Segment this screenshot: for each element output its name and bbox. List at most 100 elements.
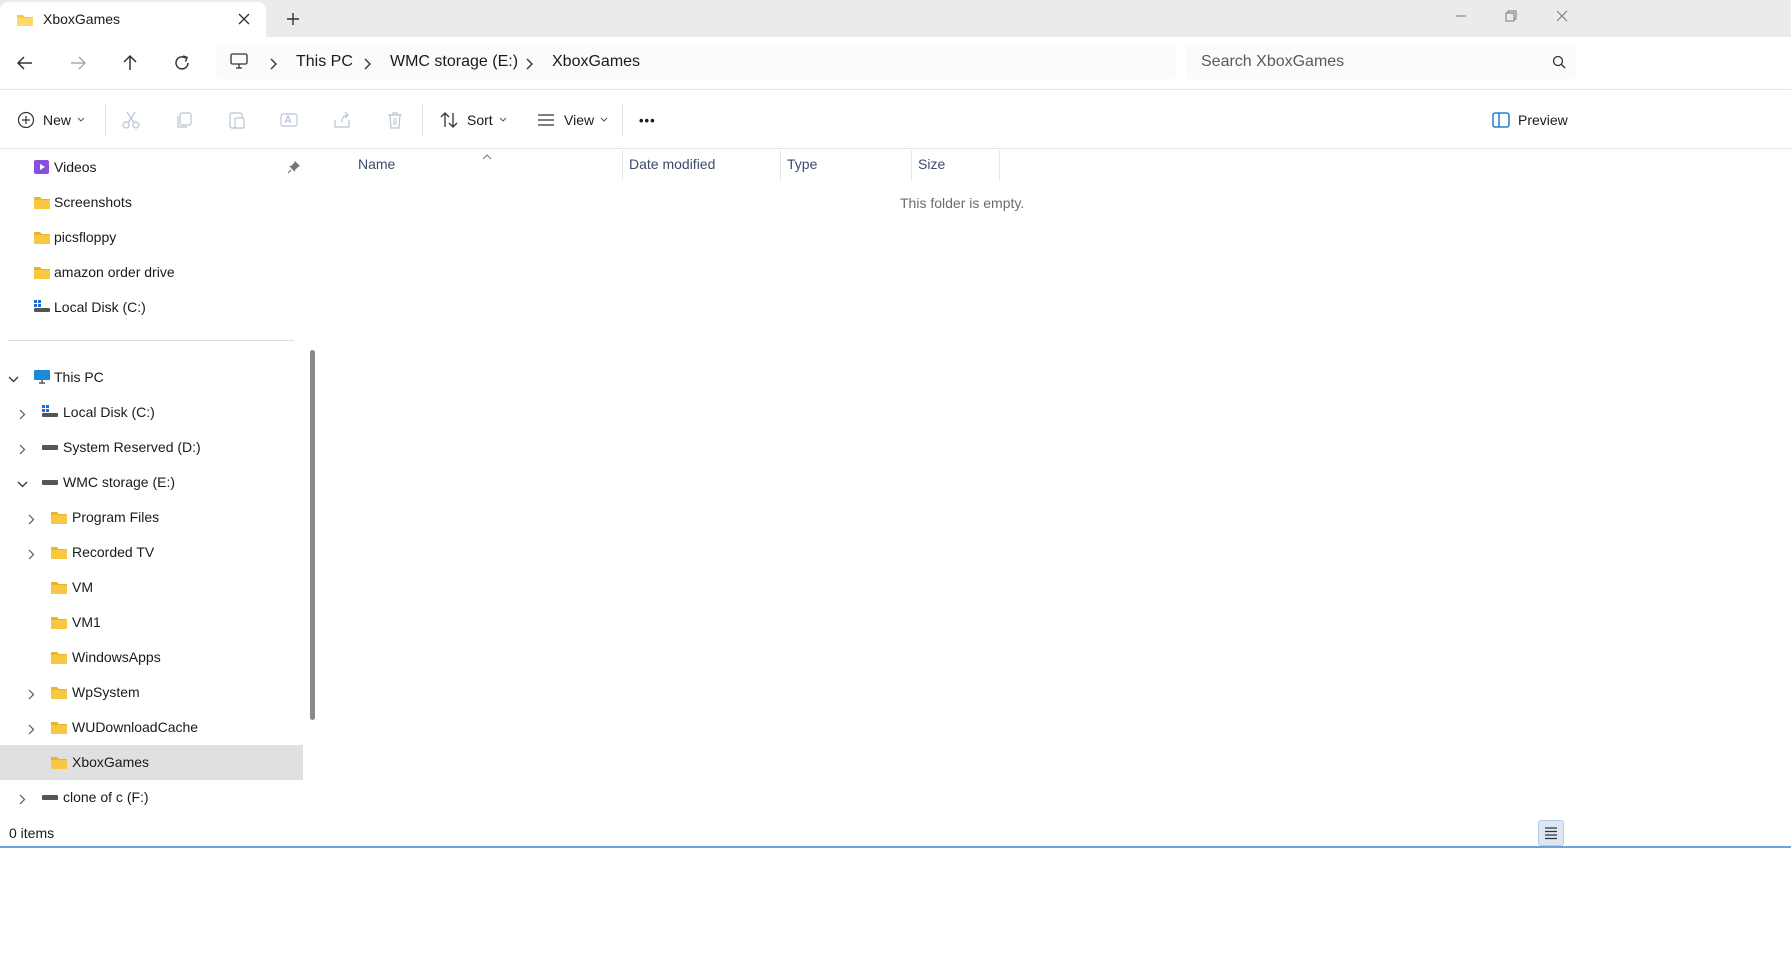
search-box[interactable] <box>1186 45 1576 79</box>
chevron-down-icon <box>600 117 608 122</box>
nav-label: VM <box>72 579 93 595</box>
chevron-right-icon[interactable] <box>362 57 372 70</box>
pin-icon[interactable] <box>287 160 301 174</box>
nav-label: VM1 <box>72 614 101 630</box>
column-divider[interactable] <box>780 150 781 180</box>
file-list: Name Date modified Type Size This folder… <box>320 150 1791 820</box>
column-divider[interactable] <box>999 150 1000 180</box>
preview-pane-button[interactable]: Preview <box>1492 108 1568 132</box>
item-count: 0 items <box>9 825 55 841</box>
folder-icon <box>16 13 34 30</box>
delete-button[interactable] <box>385 108 405 132</box>
search-input[interactable] <box>1201 53 1531 71</box>
search-icon[interactable] <box>1552 55 1566 69</box>
breadcrumb-this-pc[interactable]: This PC <box>296 53 353 71</box>
nav-label: Program Files <box>72 509 160 525</box>
new-button[interactable]: New <box>17 108 85 132</box>
chevron-right-icon[interactable] <box>26 512 37 525</box>
copy-button[interactable] <box>174 108 194 132</box>
chevron-down-icon <box>499 117 507 122</box>
view-button[interactable]: View <box>536 108 608 132</box>
rename-button[interactable] <box>279 108 299 132</box>
chevron-right-icon[interactable] <box>17 442 28 455</box>
chevron-right-icon[interactable] <box>26 547 37 560</box>
close-tab-icon[interactable] <box>236 11 252 27</box>
nav-label: WUDownloadCache <box>72 719 199 735</box>
nav-item-wmc-storage-e[interactable]: WMC storage (E:) <box>0 465 303 500</box>
nav-label: WindowsApps <box>72 649 161 665</box>
column-header-type[interactable]: Type <box>787 156 817 172</box>
cut-button[interactable] <box>121 108 141 132</box>
new-label: New <box>43 112 72 128</box>
breadcrumb[interactable]: This PC WMC storage (E:) XboxGames <box>216 45 1176 79</box>
column-header-name[interactable]: Name <box>358 156 395 172</box>
nav-item-local-disk-c[interactable]: Local Disk (C:) <box>0 395 303 430</box>
nav-item-vm[interactable]: VM <box>0 570 303 605</box>
back-arrow-icon[interactable] <box>15 53 35 73</box>
refresh-icon[interactable] <box>172 53 192 73</box>
nav-item-videos[interactable]: Videos <box>0 150 303 185</box>
nav-label: picsfloppy <box>54 229 117 245</box>
chevron-down-icon[interactable] <box>8 372 19 383</box>
nav-item-windowsapps[interactable]: WindowsApps <box>0 640 303 675</box>
folder-icon <box>33 264 51 280</box>
paste-button[interactable] <box>227 108 247 132</box>
monitor-icon <box>230 53 248 72</box>
drive-icon <box>41 789 59 805</box>
column-divider[interactable] <box>622 150 623 180</box>
breadcrumb-wmc-storage[interactable]: WMC storage (E:) <box>390 53 518 71</box>
column-header-size[interactable]: Size <box>918 156 945 172</box>
sort-label: Sort <box>467 112 493 128</box>
restore-icon[interactable] <box>1503 8 1519 24</box>
nav-label: System Reserved (D:) <box>63 439 201 455</box>
chevron-right-icon[interactable] <box>268 57 278 70</box>
nav-item-xboxgames[interactable]: XboxGames <box>0 745 303 780</box>
nav-item-clone-of-c-f[interactable]: clone of c (F:) <box>0 780 303 815</box>
nav-item-wpsystem[interactable]: WpSystem <box>0 675 303 710</box>
preview-label: Preview <box>1518 112 1568 128</box>
sort-icon <box>440 112 458 128</box>
more-options-button[interactable]: ••• <box>639 108 656 132</box>
nav-label: Local Disk (C:) <box>54 299 146 315</box>
nav-item-system-reserved-d[interactable]: System Reserved (D:) <box>0 430 303 465</box>
minimize-icon[interactable] <box>1453 8 1469 24</box>
new-tab-icon[interactable] <box>284 10 302 28</box>
folder-icon <box>50 544 68 560</box>
nav-item-vm1[interactable]: VM1 <box>0 605 303 640</box>
column-header-date-modified[interactable]: Date modified <box>629 156 715 172</box>
up-arrow-icon[interactable] <box>120 53 140 73</box>
tab-xboxgames[interactable]: XboxGames <box>0 2 266 37</box>
sort-button[interactable]: Sort <box>439 108 507 132</box>
nav-item-program-files[interactable]: Program Files <box>0 500 303 535</box>
nav-item-local-disk-c-quick[interactable]: Local Disk (C:) <box>0 290 303 325</box>
nav-item-amazon-order-drive[interactable]: amazon order drive <box>0 255 303 290</box>
nav-item-screenshots[interactable]: Screenshots <box>0 185 303 220</box>
nav-item-this-pc[interactable]: This PC <box>0 360 303 395</box>
details-view-button[interactable] <box>1538 820 1564 846</box>
paste-icon <box>229 112 245 129</box>
windows-drive-icon <box>41 404 59 420</box>
share-icon <box>334 111 350 128</box>
nav-item-wudownloadcache[interactable]: WUDownloadCache <box>0 710 303 745</box>
nav-item-picsfloppy[interactable]: picsfloppy <box>0 220 303 255</box>
nav-label: Recorded TV <box>72 544 155 560</box>
nav-label: WpSystem <box>72 684 140 700</box>
chevron-right-icon[interactable] <box>524 57 534 70</box>
navigation-pane: Videos Screenshots picsfloppy amazon ord… <box>0 150 320 820</box>
column-divider[interactable] <box>911 150 912 180</box>
windows-drive-icon <box>33 299 51 315</box>
folder-icon <box>50 579 68 595</box>
close-window-icon[interactable] <box>1554 8 1570 24</box>
forward-arrow-icon[interactable] <box>68 53 88 73</box>
breadcrumb-xboxgames[interactable]: XboxGames <box>552 53 640 71</box>
chevron-right-icon[interactable] <box>17 792 28 805</box>
chevron-down-icon[interactable] <box>17 477 28 488</box>
chevron-right-icon[interactable] <box>26 687 37 700</box>
nav-scrollbar[interactable] <box>310 350 315 720</box>
share-button[interactable] <box>332 108 352 132</box>
nav-item-recorded-tv[interactable]: Recorded TV <box>0 535 303 570</box>
folder-icon <box>50 719 68 735</box>
separator <box>622 104 623 136</box>
chevron-right-icon[interactable] <box>17 407 28 420</box>
chevron-right-icon[interactable] <box>26 722 37 735</box>
